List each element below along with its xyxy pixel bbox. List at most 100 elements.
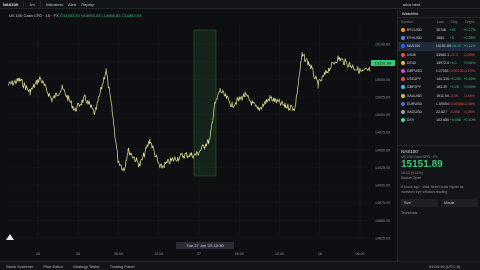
divider — [23, 1, 25, 7]
last-price: 15972.8 — [436, 60, 450, 65]
technicals-link[interactable]: Technicals — [401, 211, 478, 215]
symbol-logo-icon — [401, 60, 405, 65]
time-tick-label: 06:00 — [356, 252, 365, 256]
symbol-logo-icon — [401, 101, 405, 106]
symbol-label: USDJPY — [406, 77, 422, 82]
change-percent: +0.17% — [463, 28, 476, 33]
symbol-label: XAUUSD — [406, 93, 422, 98]
watchlist-row[interactable]: XAGUSD 22.827 -0.056 -0.25% — [398, 108, 480, 116]
tab-stock-screener[interactable]: Stock Screener — [6, 264, 33, 269]
tab-strategy-tester[interactable]: Strategy Tester — [73, 264, 100, 269]
watchlist-row[interactable]: DXY 102.650 +0.098 +0.10% — [398, 116, 480, 124]
alert-button[interactable]: Alert — [68, 2, 76, 7]
price-tick-label: 15100.00 — [375, 43, 390, 47]
symbol-search[interactable]: NAS100 — [3, 2, 18, 7]
watchlist-row[interactable]: ETHUSD 1884 +5 +0.28% — [398, 34, 480, 42]
change-percent: +0.28% — [463, 36, 476, 41]
last-price: 1884 — [436, 36, 445, 41]
time-highlight-label: Tue 27 Jun '23 10:30 — [186, 243, 224, 248]
last-price: 33980.1 — [436, 52, 450, 57]
watchlist-row[interactable]: DE40 15972.8 +6.1 +0.04% — [398, 59, 480, 67]
time-tick-label: 12:00 — [275, 252, 284, 256]
watchlist-row[interactable]: US30 33980.1 -21.3 -0.06% — [398, 51, 480, 59]
column-header[interactable]: Chg — [451, 20, 465, 24]
change: +6.1 — [449, 60, 457, 65]
time-tick-label: 25 — [36, 252, 40, 256]
symbol-logo-icon — [401, 36, 405, 41]
top-toolbar: NAS100 1m Indicators Alert Replay arius … — [0, 0, 480, 9]
watchlist-row[interactable]: GBPJPY 183.35 +0.05 +0.03% — [398, 83, 480, 91]
legend-ohlc: O14953.53 H14953.03 L14955.83 C14952.03 — [59, 13, 142, 18]
column-header[interactable]: Last — [437, 20, 451, 24]
change-percent: +0.16% — [463, 77, 476, 82]
change-percent: +0.11% — [463, 44, 476, 49]
price-tick-label: 14850.00 — [375, 219, 390, 223]
time-tick-label: 06:00 — [235, 252, 244, 256]
last-price: 15151.89 — [435, 44, 451, 49]
tab-pine-editor[interactable]: Pine Editor — [43, 264, 63, 269]
watchlist-row[interactable]: EURUSD 1.09094 -0.00086 -0.08% — [398, 100, 480, 108]
last-price: 22.827 — [436, 109, 448, 114]
minute-button[interactable]: Minute — [441, 199, 478, 208]
symbol-label: BTCUSD — [406, 28, 422, 33]
watchlist-row[interactable]: USDJPY 144.310 +0.235 +0.16% — [398, 75, 480, 83]
price-tick-label: 15000.00 — [375, 113, 390, 117]
change-percent: -0.08% — [463, 101, 475, 106]
price-tick-label: 15050.00 — [375, 78, 390, 82]
watchlist-list: BTCUSD 30746 +51 +0.17% ETHUSD 1884 +5 +0.28% NA… — [398, 26, 480, 124]
chart-legend: US 100 Cash CFD · 15 · FX O14953.53 H149… — [9, 13, 141, 18]
last-price: 1911.54 — [436, 93, 449, 98]
price-tick-label: 15025.00 — [375, 95, 390, 99]
time-tick-label: 28 — [318, 252, 322, 256]
symbol-label: DXY — [406, 118, 415, 123]
change: +0.098 — [449, 118, 461, 123]
time-tick-label: 26 — [76, 252, 80, 256]
price-tick-label: 14950.00 — [375, 148, 390, 152]
bottom-panel-tabs: Stock Screener Pine Editor Strategy Test… — [0, 261, 480, 270]
time-tick-label: 27 — [197, 252, 201, 256]
column-header[interactable]: Chg% — [465, 20, 475, 24]
last-price: 1.09094 — [435, 101, 449, 106]
change-percent: -0.18% — [463, 93, 475, 98]
change-percent: +0.04% — [463, 60, 476, 65]
symbol-label: NAS100 — [406, 44, 421, 49]
symbol-logo-icon — [401, 109, 405, 114]
symbol-label: DE40 — [406, 60, 416, 65]
symbol-label: EURUSD — [406, 101, 423, 106]
tab-trading-panel[interactable]: Trading Panel — [110, 264, 135, 269]
last-price: 1.27051 — [435, 69, 449, 74]
detail-symbol: NAS100 — [401, 149, 418, 154]
last-price: 30746 — [436, 28, 447, 33]
price-chart[interactable]: 15100.0015075.0015050.0015025.0015000.00… — [0, 10, 395, 260]
replay-button[interactable]: Replay — [81, 2, 93, 7]
symbol-logo-icon — [401, 28, 405, 33]
time-tick-label: 12:00 — [154, 252, 163, 256]
price-tick-label: 14875.00 — [375, 201, 390, 205]
interval-select[interactable]: 1m — [29, 2, 35, 7]
price-tick-label: 14925.00 — [375, 166, 390, 170]
symbol-label: GBPJPY — [406, 85, 422, 90]
layout-name[interactable]: arius best — [403, 2, 420, 7]
watchlist-row[interactable]: GBPUSD 1.27051 -0.00130 -0.10% — [398, 67, 480, 75]
size-button[interactable]: Size — [401, 199, 438, 208]
watchlist-row[interactable]: BTCUSD 30746 +51 +0.17% — [398, 26, 480, 34]
symbol-logo-icon — [401, 52, 405, 57]
symbol-label: XAGUSD — [406, 109, 423, 114]
symbol-label: US30 — [406, 52, 416, 57]
last-price: 102.650 — [436, 118, 450, 123]
indicators-button[interactable]: Indicators — [46, 2, 63, 7]
change: -0.00086 — [449, 101, 464, 106]
last-price-label: 15151.89 — [375, 61, 392, 66]
detail-price: 15151.89 — [401, 159, 443, 170]
price-tick-label: 14975.00 — [375, 131, 390, 135]
symbol-logo-icon — [401, 69, 405, 74]
watchlist-header[interactable]: Watchlist — [398, 10, 480, 18]
change: +51 — [449, 28, 456, 33]
column-header[interactable]: Symbol — [401, 20, 437, 24]
watchlist-row[interactable]: NAS100 15151.89 +16.12 +0.11% — [398, 42, 480, 51]
news-item[interactable]: 8 hours ago · Wall Street ends higher as… — [401, 185, 478, 194]
symbol-logo-icon — [401, 118, 405, 123]
detail-change: 16.12 (0.11%) — [401, 171, 423, 175]
divider — [39, 1, 41, 7]
watchlist-row[interactable]: XAUUSD 1911.54 -3.39 -0.18% — [398, 92, 480, 100]
